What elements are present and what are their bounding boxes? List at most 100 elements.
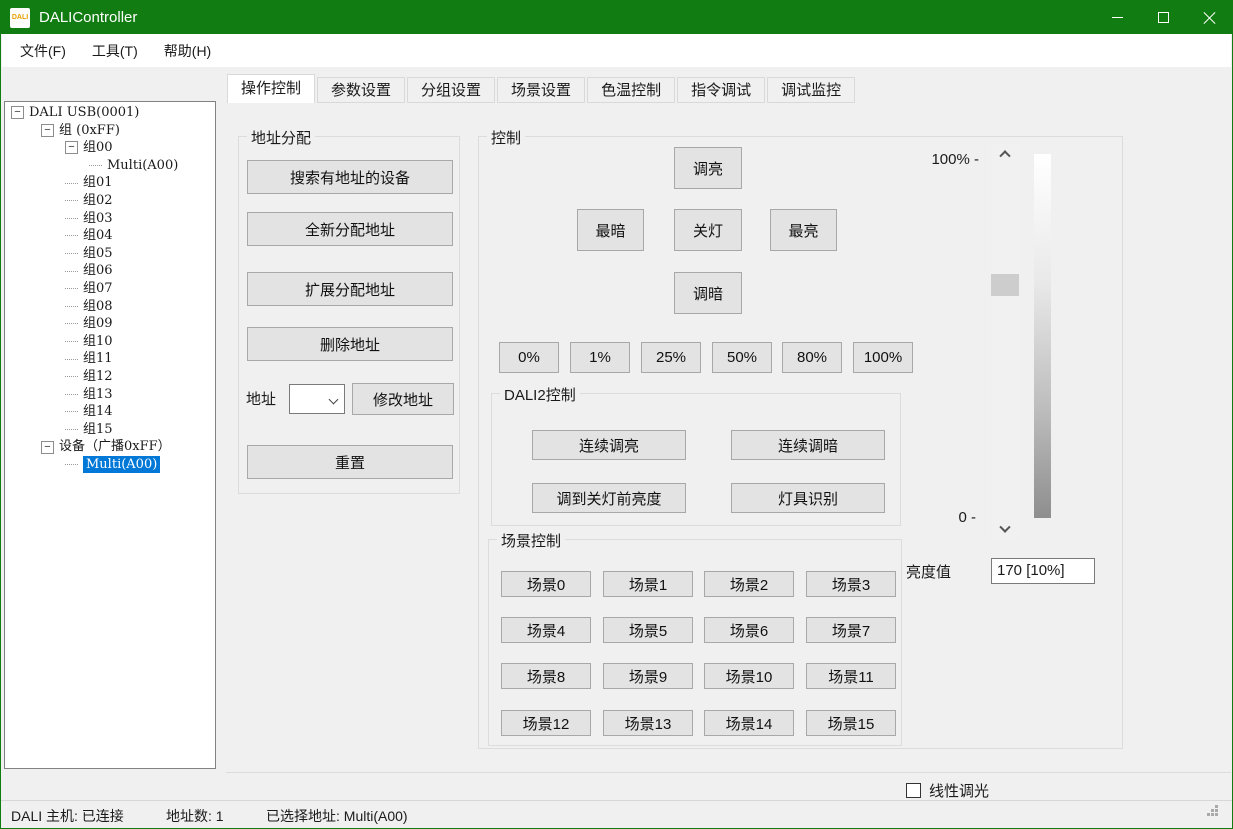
group-title: 场景控制 — [497, 530, 565, 551]
tree-connector — [65, 394, 78, 395]
tree-node-group14[interactable]: 组14 — [5, 403, 215, 421]
continuous-brighten-button[interactable]: 连续调亮 — [532, 430, 686, 460]
menu-file[interactable]: 文件(F) — [7, 35, 79, 67]
scene-4-button[interactable]: 场景4 — [501, 617, 591, 643]
tree-node-label: 组11 — [83, 350, 113, 368]
brightness-scrollbar[interactable] — [991, 144, 1019, 538]
scene-3-button[interactable]: 场景3 — [806, 571, 896, 597]
tree-node-label: DALI USB(0001) — [29, 104, 139, 122]
scene-14-button[interactable]: 场景14 — [704, 710, 794, 736]
delete-address-button[interactable]: 删除地址 — [247, 327, 453, 361]
brightness-value-field[interactable]: 170 [10%] — [991, 558, 1095, 584]
tree-node-group11[interactable]: 组11 — [5, 350, 215, 368]
scene-0-button[interactable]: 场景0 — [501, 571, 591, 597]
scene-7-button[interactable]: 场景7 — [806, 617, 896, 643]
tab-operation-control[interactable]: 操作控制 — [227, 74, 315, 103]
tree-node-multi-a00[interactable]: Multi(A00) — [5, 157, 215, 175]
goto-last-level-button[interactable]: 调到关灯前亮度 — [532, 483, 686, 513]
tree-node-group05[interactable]: 组05 — [5, 245, 215, 263]
tree-node-group08[interactable]: 组08 — [5, 298, 215, 316]
tab-parameter-settings[interactable]: 参数设置 — [317, 77, 405, 103]
tree-node-group02[interactable]: 组02 — [5, 192, 215, 210]
chevron-up-icon — [999, 150, 1010, 161]
maximize-button[interactable] — [1140, 1, 1186, 34]
dim-button[interactable]: 调暗 — [674, 272, 742, 314]
scene-5-button[interactable]: 场景5 — [603, 617, 693, 643]
tree-node-label: 组05 — [83, 245, 113, 263]
tab-color-temp-control[interactable]: 色温控制 — [587, 77, 675, 103]
resize-grip[interactable] — [1215, 813, 1218, 816]
tab-grouping-settings[interactable]: 分组设置 — [407, 77, 495, 103]
percent-1-button[interactable]: 1% — [570, 342, 630, 373]
tree-node-group04[interactable]: 组04 — [5, 227, 215, 245]
scroll-up-button[interactable] — [991, 144, 1019, 161]
address-combobox[interactable] — [289, 384, 345, 414]
brightness-value-label: 亮度值 — [906, 561, 951, 582]
collapse-icon[interactable] — [65, 141, 78, 154]
luminaire-identify-button[interactable]: 灯具识别 — [731, 483, 885, 513]
reset-button[interactable]: 重置 — [247, 445, 453, 479]
scene-15-button[interactable]: 场景15 — [806, 710, 896, 736]
close-icon — [1203, 11, 1216, 24]
scene-12-button[interactable]: 场景12 — [501, 710, 591, 736]
tab-scene-settings[interactable]: 场景设置 — [497, 77, 585, 103]
scene-10-button[interactable]: 场景10 — [704, 663, 794, 689]
percent-100-button[interactable]: 100% — [853, 342, 913, 373]
lamp-off-button[interactable]: 关灯 — [674, 209, 742, 251]
percent-0-button[interactable]: 0% — [499, 342, 559, 373]
scene-2-button[interactable]: 场景2 — [704, 571, 794, 597]
continuous-dim-button[interactable]: 连续调暗 — [731, 430, 885, 460]
close-button[interactable] — [1186, 1, 1232, 34]
collapse-icon[interactable] — [11, 106, 24, 119]
tree-node-group13[interactable]: 组13 — [5, 386, 215, 404]
tree-node-group-ff[interactable]: 组 (0xFF) — [5, 122, 215, 140]
brighten-button[interactable]: 调亮 — [674, 147, 742, 189]
tree-node-label: 组04 — [83, 227, 113, 245]
tree-node-label-selected: Multi(A00) — [83, 456, 160, 474]
scene-13-button[interactable]: 场景13 — [603, 710, 693, 736]
tree-node-label: 组10 — [83, 333, 113, 351]
tree-node-device-broadcast[interactable]: 设备（广播0xFF） — [5, 438, 215, 456]
tab-command-debug[interactable]: 指令调试 — [677, 77, 765, 103]
tree-node-group15[interactable]: 组15 — [5, 421, 215, 439]
tree-node-dali-usb[interactable]: DALI USB(0001) — [5, 104, 215, 122]
percent-25-button[interactable]: 25% — [641, 342, 701, 373]
minimize-button[interactable] — [1094, 1, 1140, 34]
linear-dimming-checkbox[interactable] — [906, 783, 921, 798]
tree-connector — [65, 323, 78, 324]
tree-node-label: 组01 — [83, 174, 113, 192]
tree-connector — [65, 253, 78, 254]
scroll-down-button[interactable] — [991, 521, 1019, 538]
tree-node-group06[interactable]: 组06 — [5, 262, 215, 280]
tree-node-multi-a00-selected[interactable]: Multi(A00) — [5, 456, 215, 474]
collapse-icon[interactable] — [41, 441, 54, 454]
tree-node-group12[interactable]: 组12 — [5, 368, 215, 386]
title-bar: DALI DALIController — [1, 1, 1232, 34]
darkest-button[interactable]: 最暗 — [577, 209, 644, 251]
tree-node-group01[interactable]: 组01 — [5, 174, 215, 192]
tree-node-group10[interactable]: 组10 — [5, 333, 215, 351]
scrollbar-thumb[interactable] — [991, 274, 1019, 296]
menu-tools[interactable]: 工具(T) — [79, 35, 151, 67]
menu-help[interactable]: 帮助(H) — [151, 35, 224, 67]
scene-8-button[interactable]: 场景8 — [501, 663, 591, 689]
linear-dimming-option[interactable]: 线性调光 — [906, 780, 989, 801]
percent-50-button[interactable]: 50% — [712, 342, 772, 373]
tree-node-group09[interactable]: 组09 — [5, 315, 215, 333]
tree-node-group07[interactable]: 组07 — [5, 280, 215, 298]
tab-debug-monitor[interactable]: 调试监控 — [767, 77, 855, 103]
scene-9-button[interactable]: 场景9 — [603, 663, 693, 689]
collapse-icon[interactable] — [41, 124, 54, 137]
tree-node-group03[interactable]: 组03 — [5, 210, 215, 228]
scene-1-button[interactable]: 场景1 — [603, 571, 693, 597]
brightest-button[interactable]: 最亮 — [770, 209, 837, 251]
group-title: 控制 — [487, 127, 525, 148]
modify-address-button[interactable]: 修改地址 — [352, 383, 454, 415]
scene-6-button[interactable]: 场景6 — [704, 617, 794, 643]
extend-assign-addresses-button[interactable]: 扩展分配地址 — [247, 272, 453, 306]
tree-node-group00[interactable]: 组00 — [5, 139, 215, 157]
assign-new-addresses-button[interactable]: 全新分配地址 — [247, 212, 453, 246]
scene-11-button[interactable]: 场景11 — [806, 663, 896, 689]
search-addressed-devices-button[interactable]: 搜索有地址的设备 — [247, 160, 453, 194]
percent-80-button[interactable]: 80% — [782, 342, 842, 373]
